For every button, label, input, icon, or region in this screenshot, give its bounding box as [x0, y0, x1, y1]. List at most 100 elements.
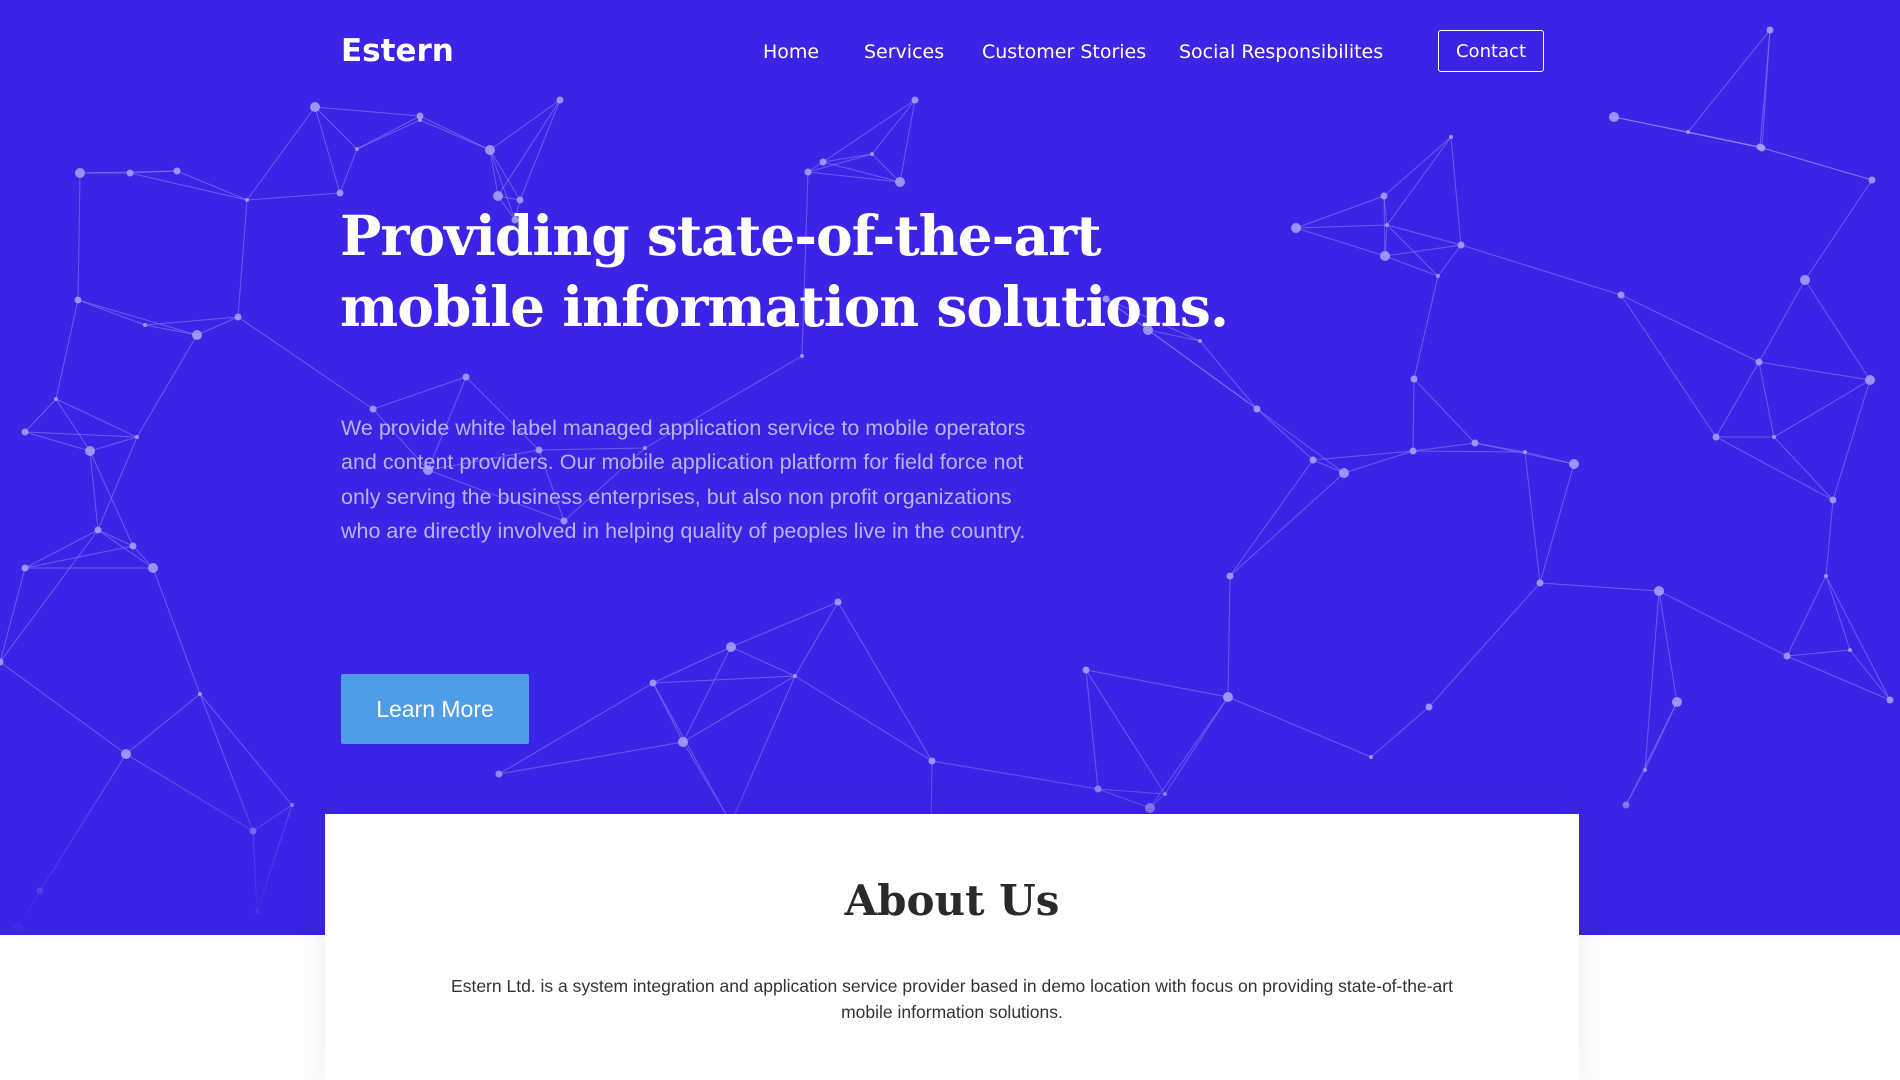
network-link: [1715, 361, 1760, 438]
network-node: [192, 330, 202, 340]
network-link: [89, 436, 138, 452]
hero-lead-text: We provide white label managed applicati…: [341, 416, 1026, 543]
network-node: [1409, 447, 1417, 455]
network-link: [372, 376, 467, 410]
network-link: [1412, 442, 1476, 452]
network-node: [1886, 696, 1894, 704]
network-node: [74, 296, 82, 304]
nav-menu: Home Services Customer Stories Social Re…: [0, 41, 1900, 71]
contact-button[interactable]: Contact: [1438, 30, 1544, 72]
network-link: [1524, 451, 1541, 584]
network-link: [1295, 195, 1385, 229]
network-link: [24, 529, 99, 569]
hero-headline: Providing state-of-the-art mobile inform…: [340, 203, 1229, 339]
network-link: [1227, 696, 1372, 758]
nav-item-services[interactable]: Services: [864, 41, 944, 63]
network-link: [339, 148, 358, 194]
network-node: [1436, 274, 1440, 278]
network-node: [1309, 456, 1317, 464]
network-link: [1383, 136, 1452, 197]
network-link: [89, 450, 99, 531]
network-node: [173, 167, 181, 175]
network-node: [1082, 666, 1090, 674]
network-node: [1654, 586, 1664, 596]
network-node: [1523, 450, 1527, 454]
network-link: [1386, 224, 1439, 277]
network-link: [0, 661, 127, 755]
network-node: [804, 168, 812, 176]
network-node: [1385, 223, 1389, 227]
network-node: [1617, 291, 1625, 299]
network-node: [1457, 241, 1465, 249]
network-node: [54, 397, 58, 401]
network-link: [1786, 649, 1851, 657]
network-node: [245, 198, 249, 202]
network-node: [649, 679, 657, 687]
network-node: [819, 158, 827, 166]
network-link: [1428, 582, 1541, 708]
network-node: [1380, 251, 1390, 261]
nav-item-social-responsibilities[interactable]: Social Responsibilites: [1179, 41, 1383, 63]
network-node: [1226, 572, 1234, 580]
network-node: [1800, 275, 1810, 285]
network-link: [807, 171, 901, 183]
network-node: [135, 435, 139, 439]
network-node: [1848, 648, 1852, 652]
network-node: [1291, 223, 1301, 233]
network-link: [1450, 136, 1462, 246]
network-node: [793, 674, 797, 678]
network-link: [1295, 227, 1386, 257]
network-link: [1460, 244, 1622, 296]
network-node: [1686, 130, 1690, 134]
network-link: [237, 199, 248, 318]
network-node: [198, 692, 202, 696]
network-link: [1229, 459, 1314, 577]
network-node: [870, 152, 874, 156]
network-node: [1712, 433, 1720, 441]
network-link: [1539, 582, 1660, 592]
network-link: [1413, 378, 1476, 444]
network-link: [152, 567, 201, 695]
network-link: [871, 153, 901, 183]
network-node: [834, 598, 842, 606]
network-node: [1829, 496, 1837, 504]
network-link: [24, 545, 134, 569]
network-link: [1085, 669, 1229, 698]
network-node: [148, 563, 158, 573]
network-node: [1425, 703, 1433, 711]
network-node: [21, 428, 29, 436]
network-link: [419, 119, 491, 151]
network-link: [1773, 436, 1834, 501]
about-title: About Us: [844, 876, 1060, 925]
network-link: [1773, 379, 1871, 438]
network-node: [462, 373, 470, 381]
network-link: [497, 99, 561, 197]
network-link: [24, 431, 138, 438]
network-link: [144, 316, 239, 326]
network-node: [1609, 112, 1619, 122]
nav-item-home[interactable]: Home: [763, 41, 819, 63]
network-link: [1384, 255, 1439, 277]
network-node: [1772, 435, 1776, 439]
network-link: [1761, 147, 1873, 181]
network-link: [519, 99, 561, 201]
network-link: [652, 675, 796, 684]
hero-section: Estern Home Services Customer Stories So…: [0, 0, 1900, 935]
network-node: [1758, 144, 1766, 152]
network-link: [1620, 294, 1760, 363]
nav-item-customer-stories[interactable]: Customer Stories: [982, 41, 1146, 63]
network-link: [1825, 499, 1834, 577]
network-node: [21, 564, 29, 572]
network-node: [129, 542, 137, 550]
network-link: [1715, 436, 1834, 501]
network-node: [1410, 375, 1418, 383]
network-link: [1256, 408, 1345, 474]
network-link: [1227, 575, 1231, 698]
network-link: [899, 99, 916, 183]
network-node: [336, 189, 344, 197]
learn-more-button[interactable]: Learn More: [341, 674, 529, 744]
network-node: [75, 168, 85, 178]
network-link: [1658, 590, 1678, 703]
network-link: [1786, 655, 1891, 701]
network-link: [1199, 340, 1258, 410]
